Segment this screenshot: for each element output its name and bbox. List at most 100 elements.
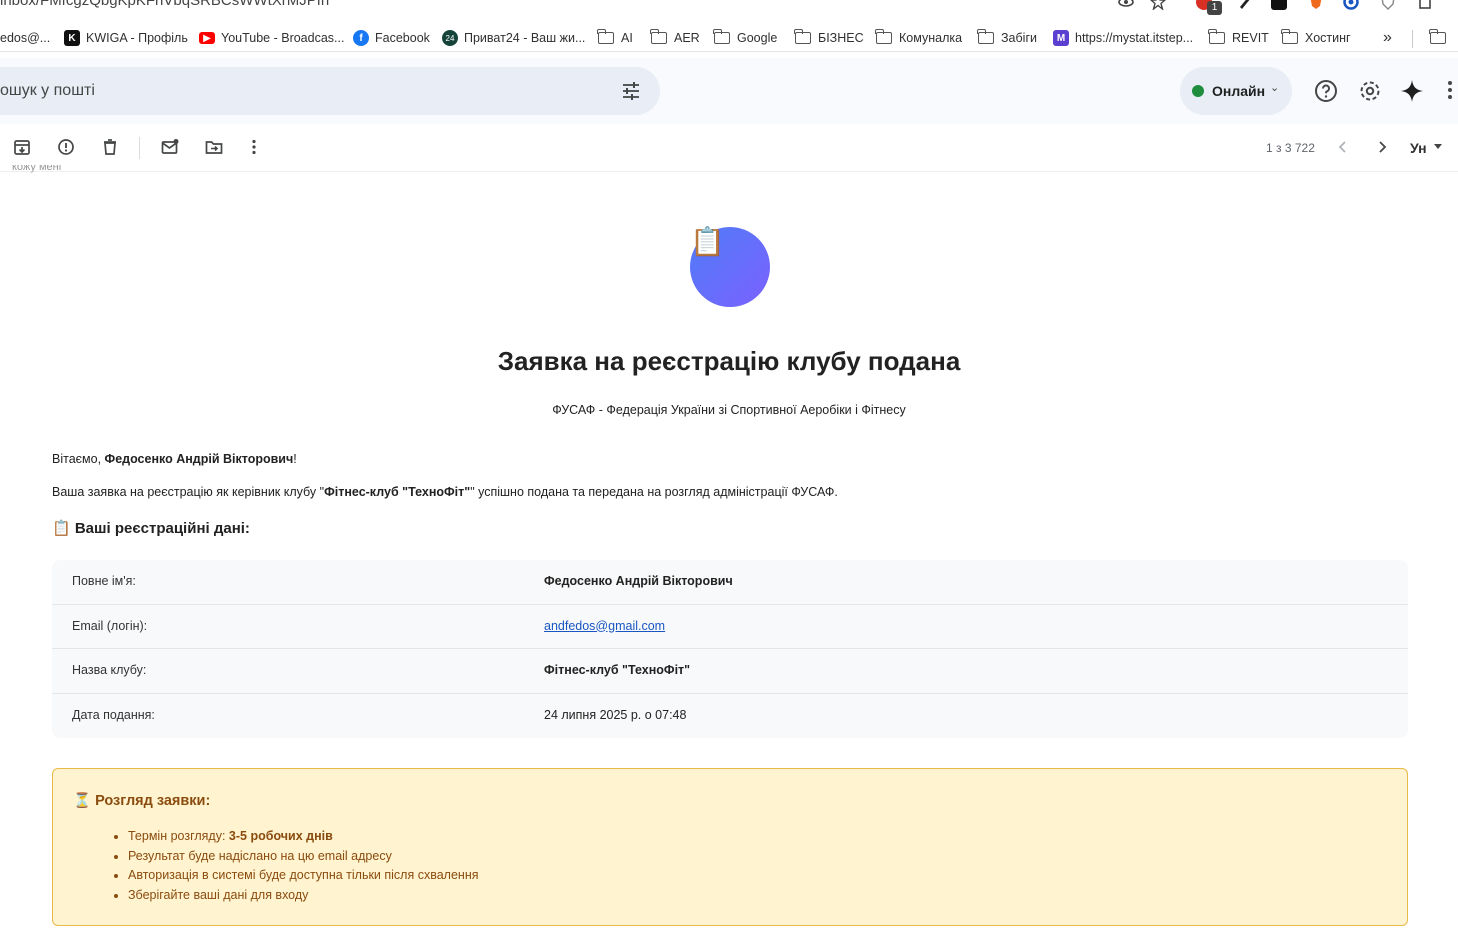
mark-unread-icon[interactable] [161,138,179,156]
bookmark-folder[interactable]: Забіги [977,29,1037,47]
url-text[interactable]: inbox/FMfcgzQbgKpKFhVbqSRBCsWWtXrMJPfn [0,0,329,9]
table-row: Дата подання: 24 липня 2025 р. о 07:48 [52,694,1408,739]
status-button[interactable]: Онлайн ⌄ [1180,67,1292,115]
bookmark-folder[interactable]: Комуналка [875,29,963,47]
pen-extension-icon[interactable] [1237,0,1253,10]
email-title: Заявка на реєстрацію клубу подана [497,346,961,376]
row-value: 24 липня 2025 р. о 07:48 [544,707,687,722]
intro-paragraph: Ваша заявка на реєстрацію як керівник кл… [52,485,838,499]
eye-icon[interactable] [1118,0,1134,10]
apps-grid-icon[interactable] [1444,79,1458,103]
gmail-header: ошук у пошті Онлайн ⌄ [0,58,1458,124]
registration-data-table: Повне ім'я: Федосенко Андрій Вікторович … [52,560,1408,738]
search-options-icon[interactable] [621,81,641,101]
bookmark-label: https://mystat.itstep... [1075,31,1194,45]
privat24-icon: 24 [442,30,458,46]
bookmark-label: Комуналка [899,31,963,45]
report-spam-icon[interactable] [57,138,75,156]
youtube-icon: ▶ [199,32,215,44]
facebook-icon: f [353,30,369,46]
email-link[interactable]: andfedos@gmail.com [544,619,665,633]
bookmark-item[interactable]: K KWIGA - Профіль [64,29,188,47]
bookmark-folder[interactable]: REVIT [1208,29,1269,47]
input-tools-button[interactable]: Ун [1410,140,1427,156]
bookmark-item[interactable]: ▶ YouTube - Broadcas... [199,29,344,47]
mystat-icon: M [1053,30,1069,46]
online-dot [1192,85,1204,97]
email-subtitle: ФУСАФ - Федерація України зі Спортивної … [552,403,906,417]
gear-icon[interactable] [1358,79,1382,103]
folder-icon [977,29,994,44]
pager-count: 1 з 3 722 [1266,141,1315,155]
bookmark-item[interactable]: M https://mystat.itstep... [1053,29,1193,47]
review-notice: ⏳ Розгляд заявки: Термін розгляду: 3-5 р… [52,768,1408,926]
more-vert-icon[interactable] [245,138,263,156]
chevron-right-icon[interactable] [1373,138,1391,156]
search-input[interactable]: ошук у пошті [0,67,660,115]
address-bar[interactable]: inbox/FMfcgzQbgKpKFhVbqSRBCsWWtXrMJPfn 1 [0,0,1458,20]
row-label: Дата подання: [72,707,155,722]
caret-down-icon[interactable] [1434,144,1442,149]
row-label: Повне ім'я: [72,574,136,588]
notice-list: Термін розгляду: 3-5 робочих днів Резуль… [128,829,479,907]
bookmark-folder[interactable]: Хостинг [1281,29,1351,47]
row-label: Email (логін): [72,618,148,633]
folder-icon [1281,29,1298,44]
greeting-name: Федосенко Андрій Вікторович [104,452,294,466]
folder-icon [713,29,730,44]
bookmarks-overflow-button[interactable]: » [1383,29,1392,47]
table-row: Назва клубу: Фітнес-клуб "ТехноФіт" [52,649,1408,694]
list-item: Зберігайте ваші дані для входу [128,888,479,908]
folder-icon [650,29,667,44]
bookmark-folder[interactable]: БІЗНЕС [794,29,864,47]
folder-icon [875,29,892,44]
list-item: Авторизація в системі буде доступна тіль… [128,868,479,888]
bookmark-label: Facebook [375,31,430,45]
bookmark-item[interactable]: f Facebook [353,29,430,47]
row-value: Федосенко Андрій Вікторович [544,574,733,588]
bookmark-folder[interactable]: Google [713,29,777,47]
folder-icon [1429,29,1446,44]
folder-icon [597,29,614,44]
notice-item-bold: 3-5 робочих днів [228,829,333,843]
bookmark-item[interactable]: edos@... [0,29,50,47]
archive-icon[interactable] [13,138,31,156]
table-row: Повне ім'я: Федосенко Андрій Вікторович [52,560,1408,605]
circle-extension-icon[interactable] [1343,0,1359,10]
message-toolbar: 1 з 3 722 Ун [0,124,1458,172]
kwiga-icon: K [64,30,80,46]
greeting-prefix: Вітаємо, [52,452,105,466]
chevron-left-icon[interactable] [1334,138,1352,156]
jetbrains-extension-icon[interactable] [1271,0,1287,10]
status-label: Онлайн [1212,83,1266,99]
bookmark-label: Забіги [1001,31,1037,45]
bookmark-star-icon[interactable] [1149,0,1167,11]
intro-prefix: Ваша заявка на реєстрацію як керівник кл… [52,485,325,499]
move-to-icon[interactable] [205,138,223,156]
intro-club-name: Фітнес-клуб "ТехноФіт" [324,485,471,499]
trash-icon[interactable] [101,138,119,156]
folder-icon [1208,29,1225,44]
section-heading: 📋 Ваші реєстраційні дані: [52,520,250,537]
row-label: Назва клубу: [72,663,147,677]
gemini-sparkle-icon[interactable] [1400,79,1424,103]
bookmarks-divider [1412,30,1413,48]
bookmark-folder-cut[interactable] [1429,29,1453,47]
bookmark-item[interactable]: 24 Приват24 - Ваш жи... [442,29,585,47]
shield-extension-icon[interactable] [1380,0,1396,10]
bookmark-label: AER [674,31,700,45]
notice-item-prefix: Термін розгляду: [128,829,229,843]
chevron-down-icon: ⌄ [1270,82,1280,94]
bookmarks-bar: edos@... K KWIGA - Профіль ▶ YouTube - B… [0,24,1458,52]
help-icon[interactable] [1314,79,1338,103]
greeting-suffix: ! [293,452,297,466]
bookmark-label: Приват24 - Ваш жи... [464,31,586,45]
clipboard-icon: 📋 [690,226,725,257]
bookmark-folder[interactable]: AI [597,29,633,47]
cut-off-text: кожу мені [12,165,62,173]
bookmark-folder[interactable]: AER [650,29,700,47]
fox-extension-icon[interactable] [1308,0,1324,10]
notice-heading: ⏳ Розгляд заявки: [73,793,211,809]
share-icon[interactable] [1418,0,1434,10]
extension-badge: 1 [1207,1,1222,15]
